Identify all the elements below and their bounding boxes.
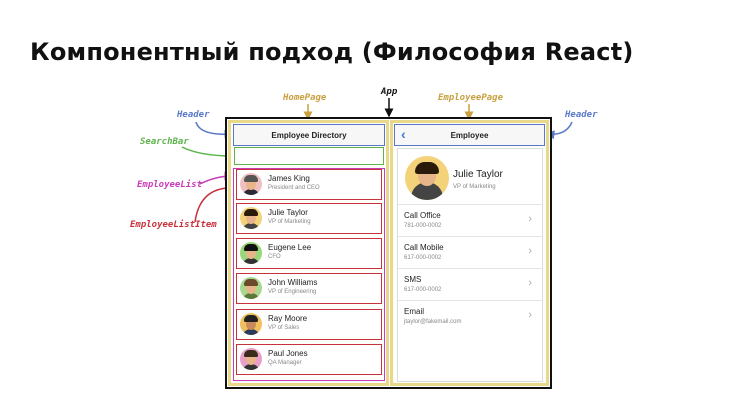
- search-bar[interactable]: [234, 147, 384, 165]
- employee-title: President and CEO: [268, 185, 320, 191]
- employee-name: Eugene Lee: [268, 243, 312, 252]
- action-value: 617-000-0002: [404, 255, 442, 261]
- employee-title: VP of Marketing: [268, 219, 311, 225]
- action-label: SMS: [404, 275, 422, 284]
- home-header-title: Employee Directory: [271, 130, 347, 140]
- chevron-right-icon: ›: [528, 245, 532, 257]
- action-value: 617-000-0002: [404, 287, 442, 293]
- action-label: Email: [404, 307, 425, 316]
- tag-employeelistitem: EmployeeListItem: [130, 220, 217, 230]
- action-call-mobile[interactable]: Call Mobile 617-000-0002 ›: [398, 236, 542, 268]
- employee-title: CFO: [268, 254, 281, 260]
- employee-list-item[interactable]: Julie Taylor VP of Marketing: [236, 203, 382, 234]
- employee-avatar: [405, 156, 449, 200]
- employee-header: ‹ Employee: [394, 124, 545, 146]
- avatar: [240, 242, 262, 264]
- employee-name: James King: [268, 174, 310, 183]
- avatar: [240, 173, 262, 195]
- action-email[interactable]: Email jtaylor@fakemail.com ›: [398, 300, 542, 332]
- tag-employeelist: EmployeeList: [137, 180, 203, 190]
- action-value: jtaylor@fakemail.com: [404, 319, 462, 325]
- employee-title: VP of Marketing: [453, 184, 496, 190]
- tag-header-right: Header: [565, 110, 598, 120]
- avatar: [240, 207, 262, 229]
- tag-searchbar: SearchBar: [140, 137, 189, 147]
- employee-header-title: Employee: [450, 130, 489, 140]
- employee-title: VP of Sales: [268, 325, 300, 331]
- avatar: [240, 277, 262, 299]
- tag-header-left: Header: [177, 110, 210, 120]
- action-value: 781-000-0002: [404, 223, 442, 229]
- chevron-right-icon: ›: [528, 213, 532, 225]
- employee-name: Paul Jones: [268, 349, 308, 358]
- chevron-right-icon: ›: [528, 309, 532, 321]
- employee-name: Julie Taylor: [453, 169, 503, 180]
- tag-employeepage: EmployeePage: [438, 93, 504, 103]
- employee-list-item[interactable]: James King President and CEO: [236, 169, 382, 200]
- employee-list-item[interactable]: Ray Moore VP of Sales: [236, 309, 382, 340]
- tag-homepage: HomePage: [283, 93, 327, 103]
- employee-list-item[interactable]: Paul Jones QA Manager: [236, 344, 382, 375]
- home-header: Employee Directory: [233, 124, 385, 146]
- employee-name: Ray Moore: [268, 314, 308, 323]
- avatar: [240, 313, 262, 335]
- tag-app: App: [381, 87, 398, 97]
- action-sms[interactable]: SMS 617-000-0002 ›: [398, 268, 542, 300]
- employee-list-item[interactable]: Eugene Lee CFO: [236, 238, 382, 269]
- chevron-left-icon[interactable]: ‹: [401, 126, 406, 142]
- employee-title: VP of Engineering: [268, 289, 317, 295]
- action-label: Call Office: [404, 211, 441, 220]
- employee-name: John Williams: [268, 278, 318, 287]
- employee-list-item[interactable]: John Williams VP of Engineering: [236, 273, 382, 304]
- action-label: Call Mobile: [404, 243, 444, 252]
- employee-name: Julie Taylor: [268, 208, 308, 217]
- chevron-right-icon: ›: [528, 277, 532, 289]
- action-call-office[interactable]: Call Office 781-000-0002 ›: [398, 204, 542, 236]
- employee-title: QA Manager: [268, 360, 302, 366]
- avatar: [240, 348, 262, 370]
